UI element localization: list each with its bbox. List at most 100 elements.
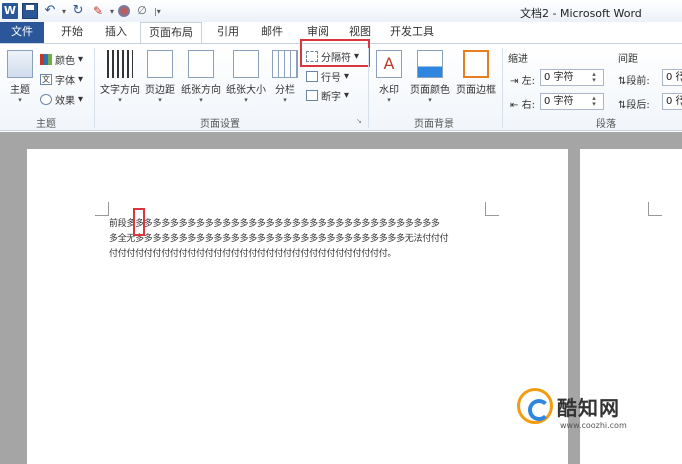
size-label: 纸张大小 bbox=[226, 85, 266, 96]
quick-access-toolbar: W ↶ ▾ ↻ ✎ ▾ ∅ |▾ bbox=[2, 3, 161, 19]
chevron-down-icon: ▾ bbox=[158, 96, 162, 104]
group-label-themes: 主题 bbox=[36, 119, 56, 130]
crop-mark-top-left bbox=[95, 202, 109, 216]
chevron-down-icon: ▾ bbox=[283, 96, 287, 104]
page-borders-label: 页面边框 bbox=[456, 85, 496, 96]
chevron-down-icon: ▾ bbox=[78, 74, 84, 85]
format-painter-icon[interactable]: ✎ bbox=[90, 3, 106, 19]
undo-icon[interactable]: ↶ bbox=[42, 3, 58, 19]
tab-file[interactable]: 文件 bbox=[0, 22, 44, 44]
chevron-down-icon: ▾ bbox=[118, 96, 122, 104]
crop-mark-top-right bbox=[485, 202, 499, 216]
watermark-button[interactable]: A 水印 ▾ bbox=[374, 50, 404, 104]
page-borders-button[interactable]: 页面边框 bbox=[454, 50, 498, 96]
watermark-label: 水印 bbox=[379, 85, 399, 96]
orientation-button[interactable]: 纸张方向 ▾ bbox=[180, 50, 222, 104]
columns-icon bbox=[272, 50, 298, 78]
chevron-down-icon: ▾ bbox=[244, 96, 248, 104]
site-watermark: 酷知网 bbox=[517, 388, 620, 424]
tab-references[interactable]: 引用 bbox=[208, 22, 248, 44]
page-borders-icon bbox=[463, 50, 489, 78]
draw-icon[interactable]: ∅ bbox=[134, 3, 150, 19]
chevron-down-icon: ▾ bbox=[344, 71, 350, 82]
size-button[interactable]: 纸张大小 ▾ bbox=[225, 50, 267, 104]
save-icon[interactable] bbox=[22, 3, 38, 19]
chevron-down-icon: ▾ bbox=[428, 96, 432, 104]
document-line-1: 前段多多多多多多多多多多多多多多多多多多多多多多多多多多多多多多多多多多多多 bbox=[109, 219, 440, 229]
redo-icon[interactable]: ↻ bbox=[70, 3, 86, 19]
crop-mark-top-right bbox=[648, 202, 662, 216]
group-label-page-setup: 页面设置 bbox=[200, 119, 240, 130]
paper-size-icon bbox=[233, 50, 259, 78]
window-title: 文档2 - Microsoft Word bbox=[520, 7, 642, 20]
columns-label: 分栏 bbox=[275, 85, 295, 96]
indent-heading: 缩进 bbox=[508, 54, 528, 65]
text-direction-icon bbox=[107, 50, 133, 78]
spacing-before-text: 段前: bbox=[626, 76, 650, 87]
watermark-icon: A bbox=[376, 50, 402, 78]
indent-left-input[interactable]: 0 字符 bbox=[540, 69, 604, 86]
chevron-down-icon: ▾ bbox=[344, 90, 350, 101]
tab-insert[interactable]: 插入 bbox=[96, 22, 136, 44]
theme-effects-label: 效果 bbox=[55, 96, 75, 107]
breaks-highlight-box bbox=[300, 39, 370, 67]
margins-button[interactable]: 页边距 ▾ bbox=[144, 50, 176, 104]
chevron-down-icon: ▾ bbox=[78, 94, 84, 105]
tab-home[interactable]: 开始 bbox=[52, 22, 92, 44]
columns-button[interactable]: 分栏 ▾ bbox=[272, 50, 298, 104]
dialog-launcher-icon[interactable]: ↘ bbox=[356, 117, 362, 125]
theme-effects-button[interactable]: 效果 ▾ bbox=[40, 92, 83, 107]
spacing-before-label: ⇅段前: bbox=[618, 72, 650, 87]
page-color-label: 页面颜色 bbox=[410, 85, 450, 96]
orientation-icon bbox=[188, 50, 214, 78]
margins-icon bbox=[147, 50, 173, 78]
tab-page-layout[interactable]: 页面布局 bbox=[140, 22, 202, 44]
chevron-down-icon[interactable]: ▾ bbox=[110, 7, 114, 16]
text-direction-label: 文字方向 bbox=[100, 85, 140, 96]
theme-colors-button[interactable]: 颜色 ▾ bbox=[40, 52, 83, 67]
effects-icon bbox=[40, 94, 52, 105]
tab-developer[interactable]: 开发工具 bbox=[384, 22, 440, 44]
indent-left-icon: ⇥ bbox=[510, 76, 519, 87]
spacing-after-label: ⇅段后: bbox=[618, 96, 650, 111]
chevron-down-icon: ▾ bbox=[18, 96, 22, 104]
hyphenation-button[interactable]: 断字 ▾ bbox=[306, 88, 349, 103]
theme-colors-label: 颜色 bbox=[55, 56, 75, 67]
tab-mailings[interactable]: 邮件 bbox=[252, 22, 292, 44]
hyphenation-label: 断字 bbox=[321, 92, 341, 103]
text-direction-button[interactable]: 文字方向 ▾ bbox=[98, 50, 142, 104]
indent-right-input[interactable]: 0 字符 bbox=[540, 93, 604, 110]
color-icon[interactable] bbox=[118, 5, 131, 17]
margins-label: 页边距 bbox=[145, 85, 175, 96]
chevron-down-icon: ▾ bbox=[387, 96, 391, 104]
orientation-label: 纸张方向 bbox=[181, 85, 221, 96]
customize-qat-icon[interactable]: |▾ bbox=[154, 7, 161, 16]
themes-button[interactable]: 主题 ▾ bbox=[5, 50, 35, 104]
line-numbers-label: 行号 bbox=[321, 73, 341, 84]
document-line-3: 付付付付付付付付付付付付付付付付付付付付付付付付付付付付付付付付。 bbox=[109, 249, 397, 259]
watermark-url: www.coozhi.com bbox=[560, 421, 627, 430]
coozhi-logo-icon bbox=[517, 388, 553, 424]
theme-fonts-label: 字体 bbox=[55, 76, 75, 87]
word-logo-icon: W bbox=[2, 3, 18, 19]
indent-right-label: ⇤ 右: bbox=[510, 96, 535, 111]
hyphenation-icon bbox=[306, 90, 318, 101]
document-page[interactable]: 前段多多多多多多多多多多多多多多多多多多多多多多多多多多多多多多多多多多多多 多… bbox=[27, 149, 568, 464]
theme-fonts-button[interactable]: 文 字体 ▾ bbox=[40, 72, 83, 87]
cursor-highlight-box bbox=[133, 208, 145, 236]
title-bar: W ↶ ▾ ↻ ✎ ▾ ∅ |▾ 文档2 - Microsoft Word bbox=[0, 0, 682, 24]
page-color-button[interactable]: 页面颜色 ▾ bbox=[408, 50, 452, 104]
indent-left-text: 左: bbox=[521, 76, 535, 87]
themes-icon bbox=[7, 50, 33, 78]
chevron-down-icon[interactable]: ▾ bbox=[62, 7, 66, 16]
indent-left-label: ⇥ 左: bbox=[510, 72, 535, 87]
ribbon: 主题 ▾ 颜色 ▾ 文 字体 ▾ 效果 ▾ 主题 文字方向 ▾ 页边距 ▾ 纸张方向 … bbox=[0, 39, 682, 131]
line-numbers-button[interactable]: 行号 ▾ bbox=[306, 69, 349, 84]
group-separator bbox=[368, 48, 369, 128]
watermark-brand: 酷知网 bbox=[557, 395, 620, 420]
chevron-down-icon: ▾ bbox=[199, 96, 203, 104]
group-label-paragraph: 段落 bbox=[596, 119, 616, 130]
spacing-after-input[interactable]: 0 行 bbox=[662, 93, 682, 110]
spacing-heading: 间距 bbox=[618, 54, 638, 65]
spacing-before-input[interactable]: 0 行 bbox=[662, 69, 682, 86]
